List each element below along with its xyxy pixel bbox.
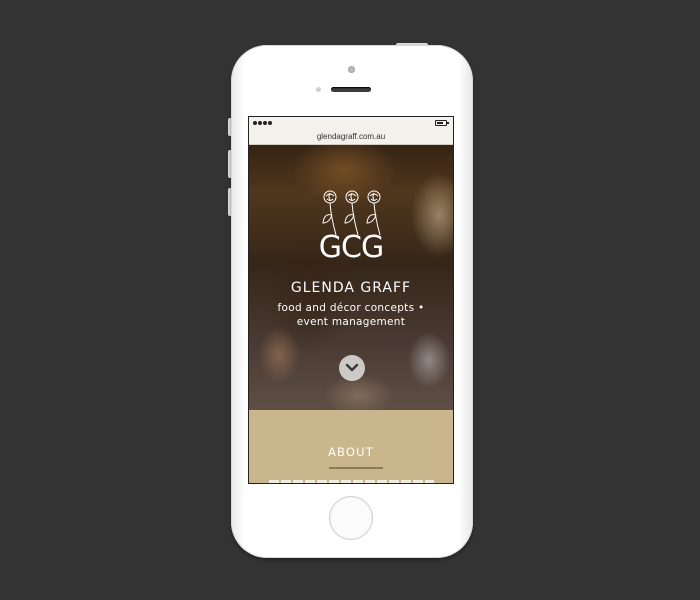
phone-screen: glendagraff.com.au GCG GLENDA GRAFF food… [248, 116, 454, 484]
battery-icon [435, 120, 449, 126]
tagline: food and décor concepts • event manageme… [249, 301, 453, 329]
scroll-down-button[interactable] [339, 355, 365, 381]
mockup-stage: glendagraff.com.au GCG GLENDA GRAFF food… [0, 0, 700, 600]
proximity-sensor [316, 87, 321, 92]
status-bar [249, 117, 453, 130]
about-text-peek [269, 480, 434, 483]
signal-dots-icon [253, 121, 272, 125]
logo-monogram: GCG [318, 230, 384, 265]
url-bar[interactable]: glendagraff.com.au [249, 130, 453, 145]
about-title[interactable]: ABOUT [249, 445, 453, 459]
earpiece-speaker [331, 87, 371, 92]
home-button[interactable] [329, 496, 373, 540]
chevron-down-icon [345, 363, 359, 372]
tagline-line-1: food and décor concepts • [277, 302, 425, 314]
hero-section: GCG GLENDA GRAFF food and décor concepts… [249, 145, 453, 410]
front-camera [348, 66, 355, 73]
tagline-line-2: event management [296, 316, 406, 328]
about-section: ABOUT [249, 410, 453, 483]
url-text: glendagraff.com.au [316, 132, 386, 141]
about-underline [329, 467, 383, 469]
brand-name: GLENDA GRAFF [290, 280, 412, 296]
